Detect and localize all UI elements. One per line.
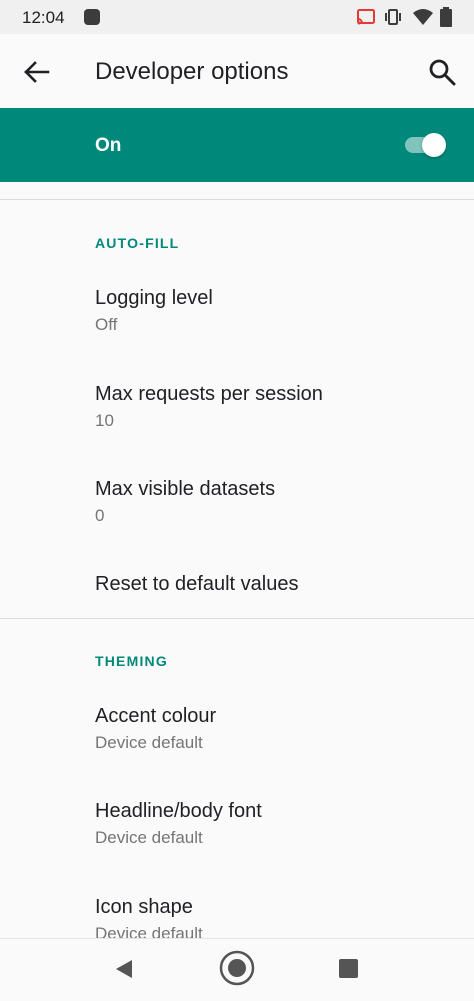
- pref-title: Headline/body font: [95, 800, 262, 822]
- app-bar: Developer options: [0, 34, 474, 108]
- master-toggle-thumb[interactable]: [422, 133, 446, 157]
- nav-home-icon[interactable]: [219, 950, 255, 986]
- pref-title: Icon shape: [95, 896, 193, 918]
- nav-recents-icon[interactable]: [339, 959, 358, 978]
- wifi-icon: [413, 9, 433, 25]
- divider: [0, 618, 474, 619]
- status-time: 12:04: [22, 8, 65, 27]
- page-title: Developer options: [95, 58, 289, 85]
- pref-logging-level[interactable]: Logging level Off: [0, 287, 474, 347]
- pref-summary: 0: [95, 506, 105, 525]
- pref-summary: Device default: [95, 733, 203, 752]
- pref-title: Reset to default values: [95, 573, 299, 595]
- pref-headline-body-font[interactable]: Headline/body font Device default: [0, 800, 474, 860]
- pref-summary: Device default: [95, 828, 203, 847]
- pref-summary: 10: [95, 411, 114, 430]
- master-switch-bar[interactable]: On: [0, 108, 474, 182]
- nav-back-icon[interactable]: [114, 959, 134, 979]
- battery-icon: [440, 7, 452, 27]
- vibrate-icon: [385, 9, 401, 25]
- divider: [0, 199, 474, 200]
- pref-max-requests-per-session[interactable]: Max requests per session 10: [0, 383, 474, 443]
- pref-reset-to-default-values[interactable]: Reset to default values: [0, 573, 474, 603]
- navigation-bar: [0, 938, 474, 1001]
- pref-title: Max requests per session: [95, 383, 323, 405]
- section-header-theming: THEMING: [95, 653, 168, 669]
- cast-icon: [357, 9, 375, 25]
- pref-summary: Device default: [95, 924, 203, 938]
- arrow-left-icon[interactable]: [18, 56, 54, 88]
- notification-icon: [84, 9, 100, 25]
- pref-max-visible-datasets[interactable]: Max visible datasets 0: [0, 478, 474, 538]
- master-switch-label: On: [95, 135, 122, 156]
- status-bar: 12:04: [0, 0, 474, 34]
- pref-title: Logging level: [95, 287, 213, 309]
- pref-title: Accent colour: [95, 705, 217, 727]
- pref-title: Max visible datasets: [95, 478, 276, 500]
- search-icon[interactable]: [426, 56, 458, 88]
- section-header-auto-fill: AUTO-FILL: [95, 235, 180, 251]
- pref-summary: Off: [95, 315, 118, 334]
- pref-accent-colour[interactable]: Accent colour Device default: [0, 705, 474, 765]
- pref-icon-shape[interactable]: Icon shape Device default: [0, 896, 474, 938]
